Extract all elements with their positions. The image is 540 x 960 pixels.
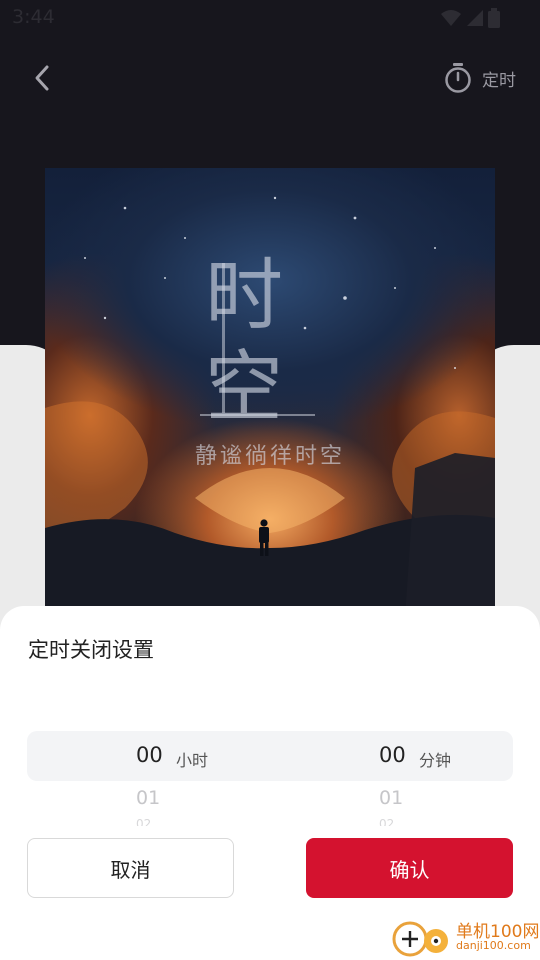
confirm-button[interactable]: 确认	[306, 838, 513, 898]
minute-next-option-2[interactable]: 02	[379, 817, 394, 826]
hour-next-option-2[interactable]: 02	[136, 817, 151, 826]
sheet-title: 定时关闭设置	[28, 638, 154, 662]
chevron-left-icon	[35, 65, 49, 91]
cover-subtitle: 静谧徜徉时空	[194, 444, 345, 469]
timer-button[interactable]: 定时	[444, 60, 516, 96]
signal-icon	[467, 10, 483, 26]
cover-title-line2: 空	[205, 343, 288, 433]
minute-value[interactable]: 00	[379, 743, 406, 767]
minute-unit: 分钟	[419, 751, 452, 770]
watermark-line2: danji100.com	[456, 939, 531, 952]
status-time: 3:44	[12, 6, 55, 28]
status-icons	[440, 8, 500, 28]
album-cover: 时 空 静谧徜徉时空	[45, 168, 495, 618]
back-button[interactable]	[26, 60, 60, 96]
hour-value[interactable]: 00	[136, 743, 163, 767]
hour-unit: 小时	[176, 751, 209, 770]
minute-picker[interactable]: 00 分钟 01 02	[379, 731, 519, 841]
watermark: 单机100网 danji100.com	[390, 915, 540, 960]
cover-title: 时 空	[205, 250, 335, 434]
watermark-logo-icon	[392, 921, 448, 957]
stopwatch-icon	[445, 63, 471, 93]
hour-next-option[interactable]: 01	[136, 787, 160, 809]
battery-icon	[488, 8, 500, 28]
hour-picker[interactable]: 00 小时 01 02	[136, 731, 276, 841]
wifi-icon	[441, 10, 461, 26]
status-bar: 3:44	[0, 0, 540, 36]
cover-title-line1: 时	[205, 251, 288, 341]
minute-next-option[interactable]: 01	[379, 787, 403, 809]
sleep-timer-sheet: 定时关闭设置 00 小时 01 02 00 分钟 01 02 取消 确认	[0, 606, 540, 960]
cancel-button[interactable]: 取消	[27, 838, 234, 898]
timer-label: 定时	[482, 70, 516, 91]
